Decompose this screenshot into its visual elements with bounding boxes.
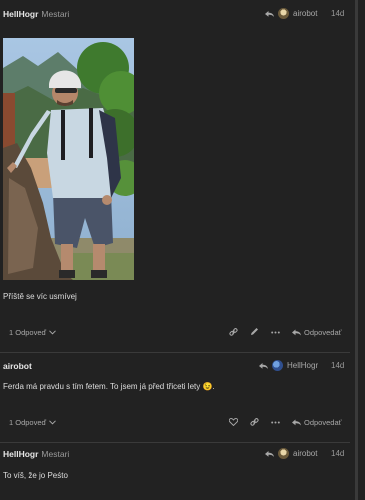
- post-text: Příště se víc usmívej: [3, 292, 77, 301]
- post-3: HellHogr Mestari airobot 14d To víš, že j…: [0, 443, 350, 500]
- post-image[interactable]: [3, 38, 134, 280]
- reply-label: Odpovedať: [304, 328, 342, 337]
- reply-arrow-icon: [259, 362, 268, 370]
- reply-to[interactable]: airobot: [265, 8, 317, 19]
- post-text: Ferda má pravdu s tím fetem. To jsem já …: [3, 382, 215, 391]
- avatar: [278, 448, 289, 459]
- reply-arrow-icon: [265, 450, 274, 458]
- link-icon[interactable]: [250, 418, 259, 426]
- user-title: Mestari: [41, 449, 70, 459]
- show-replies-label: 1 Odpoveď: [9, 418, 47, 427]
- username[interactable]: HellHogr: [3, 9, 38, 19]
- avatar: [278, 8, 289, 19]
- reply-label: Odpovedať: [304, 418, 342, 427]
- post-date[interactable]: 14d: [331, 9, 344, 18]
- reply-to-username: airobot: [293, 449, 318, 458]
- show-replies-button[interactable]: 1 Odpoveď: [9, 418, 56, 427]
- chevron-down-icon: [49, 330, 56, 335]
- chevron-down-icon: [49, 420, 56, 425]
- post-author: HellHogr Mestari: [3, 449, 69, 459]
- reply-arrow-icon: [265, 10, 274, 18]
- more-options-icon[interactable]: [271, 331, 280, 334]
- post-date[interactable]: 14d: [331, 361, 344, 370]
- username[interactable]: airobot: [3, 361, 32, 371]
- link-icon[interactable]: [229, 328, 238, 336]
- post-1: HellHogr Mestari airobot 14d Příště se v…: [0, 0, 350, 350]
- reply-icon: [292, 329, 301, 336]
- reply-to-username: HellHogr: [287, 361, 319, 370]
- reply-to[interactable]: HellHogr: [259, 360, 318, 371]
- reply-button[interactable]: Odpovedať: [292, 418, 341, 427]
- heart-icon[interactable]: [229, 418, 238, 426]
- more-options-icon[interactable]: [271, 421, 280, 424]
- avatar: [272, 360, 283, 371]
- user-title: Mestari: [41, 9, 70, 19]
- show-replies-label: 1 Odpoveď: [9, 328, 47, 337]
- reply-to[interactable]: airobot: [265, 448, 317, 459]
- post-date[interactable]: 14d: [331, 449, 344, 458]
- scrollbar[interactable]: [355, 0, 358, 500]
- post-author: HellHogr Mestari: [3, 9, 69, 19]
- username[interactable]: HellHogr: [3, 449, 38, 459]
- show-replies-button[interactable]: 1 Odpoveď: [9, 328, 56, 337]
- post-2: airobot HellHogr 14d Ferda má pravdu s t…: [0, 353, 350, 443]
- post-text: To víš, že jo Peśto: [3, 471, 68, 480]
- reply-button[interactable]: Odpovedať: [292, 328, 341, 337]
- reply-to-username: airobot: [293, 9, 318, 18]
- reply-icon: [292, 419, 301, 426]
- edit-icon[interactable]: [250, 327, 259, 336]
